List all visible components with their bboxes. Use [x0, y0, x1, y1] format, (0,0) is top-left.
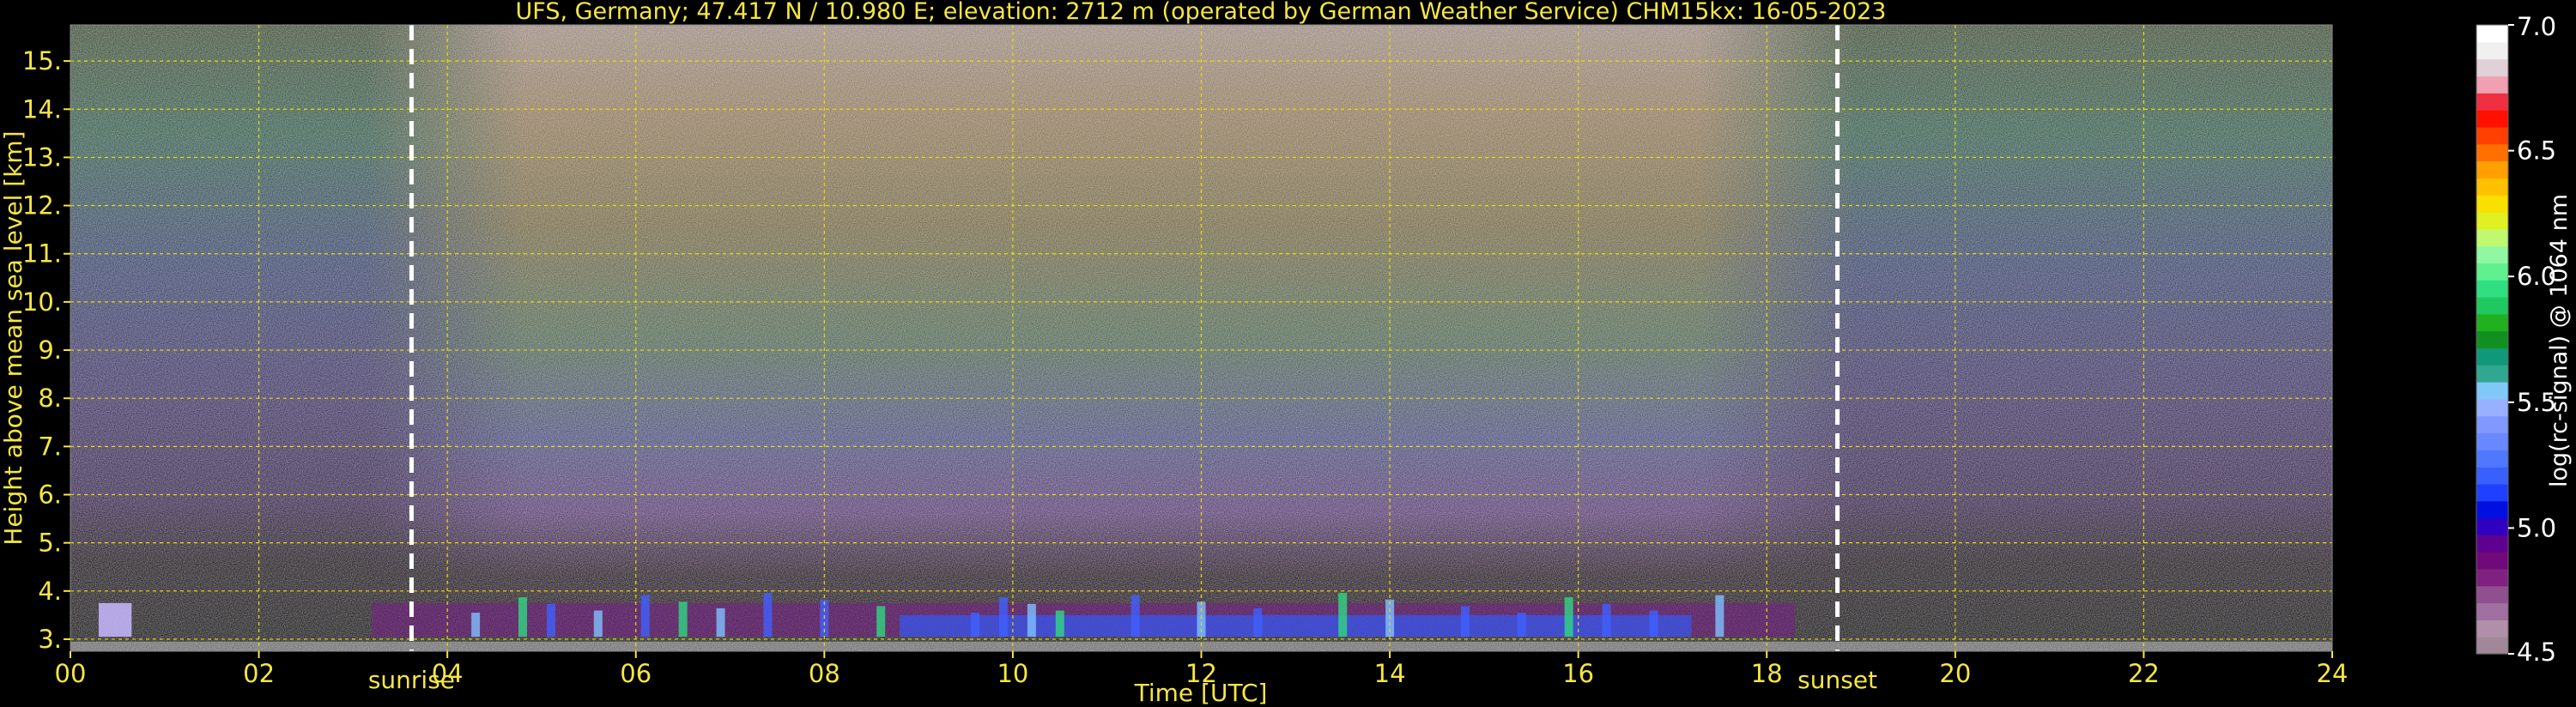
aerosol-plume — [998, 597, 1008, 638]
aerosol-plume — [1517, 613, 1526, 638]
aerosol-plume — [546, 603, 555, 638]
colorbar-swatch — [2476, 365, 2508, 383]
colorbar-tick-label: 4.5 — [2517, 638, 2556, 667]
aerosol-plume — [518, 597, 527, 638]
colorbar-swatch — [2476, 178, 2508, 196]
aerosol-plume — [678, 601, 688, 638]
colorbar-swatch — [2476, 41, 2508, 60]
colorbar-swatch — [2476, 619, 2508, 638]
y-tick-label: 15. — [22, 46, 62, 76]
y-tick-label: 11. — [22, 239, 62, 269]
aerosol-plume — [971, 613, 979, 638]
x-tick-label: 00 — [55, 659, 87, 688]
y-tick-label: 5. — [38, 529, 62, 558]
colorbar-swatch — [2476, 483, 2508, 502]
x-axis-label: Time [UTC] — [1134, 679, 1268, 707]
aerosol-plume — [1564, 597, 1573, 638]
x-tick-label: 22 — [2128, 659, 2160, 688]
aerosol-plume — [471, 613, 481, 638]
x-tick-label: 10 — [997, 659, 1028, 688]
y-tick-label: 13. — [22, 142, 62, 172]
x-tick-label: 24 — [2317, 659, 2349, 688]
y-axis: 3. 4. 5. 6. 7. 8. 9. 10. 11. 12. 13. 14. 15. — [22, 46, 70, 654]
colorbar-swatch — [2476, 280, 2508, 298]
x-tick-label: 14 — [1374, 659, 1406, 688]
colorbar-swatch — [2476, 382, 2508, 400]
y-tick-label: 10. — [22, 287, 62, 317]
colorbar-swatch — [2476, 160, 2508, 178]
aerosol-plume — [1027, 603, 1036, 638]
y-tick-label: 12. — [22, 191, 62, 221]
colorbar-swatch — [2476, 245, 2508, 263]
colorbar-swatch — [2476, 415, 2508, 434]
colorbar-swatch — [2476, 313, 2508, 332]
x-tick-label: 08 — [809, 659, 840, 688]
colorbar-swatch — [2476, 500, 2508, 519]
colorbar-tick-label: 6.5 — [2517, 136, 2556, 166]
aerosol-plume — [593, 610, 603, 638]
y-tick-label: 9. — [38, 335, 62, 365]
colorbar-swatch — [2476, 347, 2508, 366]
x-tick-label: 06 — [620, 659, 652, 688]
colorbar: 7.06.56.05.55.04.5 — [2476, 12, 2556, 667]
event-labels: sunrise sunset — [368, 666, 1877, 694]
aerosol-plume — [640, 595, 650, 638]
colorbar-swatch — [2476, 58, 2508, 77]
colorbar-swatch — [2476, 143, 2508, 162]
colorbar-swatch — [2476, 228, 2508, 247]
colorbar-swatch — [2476, 110, 2508, 128]
aerosol-plume — [1715, 595, 1724, 638]
y-tick-label: 4. — [38, 577, 62, 606]
y-tick-label: 14. — [22, 94, 62, 124]
colorbar-swatch — [2476, 330, 2508, 349]
x-tick-label: 02 — [243, 659, 275, 688]
y-tick-label: 8. — [38, 384, 62, 413]
colorbar-tick-label: 7.0 — [2517, 12, 2556, 41]
colorbar-swatch — [2476, 467, 2508, 485]
aerosol-plume — [876, 606, 886, 638]
aerosol-plume — [1649, 610, 1658, 638]
colorbar-swatch — [2476, 637, 2508, 655]
colorbar-swatch — [2476, 93, 2508, 111]
event-label-sunset: sunset — [1797, 666, 1877, 694]
y-tick-label: 7. — [38, 432, 62, 461]
colorbar-tick-label: 5.0 — [2517, 513, 2556, 542]
aerosol-plume — [1338, 593, 1348, 638]
aerosol-plume — [1253, 607, 1263, 638]
y-tick-label: 6. — [38, 480, 62, 510]
colorbar-swatch — [2476, 76, 2508, 94]
colorbar-swatch — [2476, 263, 2508, 281]
aerosol-plume — [763, 593, 773, 638]
colorbar-swatch — [2476, 568, 2508, 587]
colorbar-swatch — [2476, 602, 2508, 620]
colorbar-swatch — [2476, 432, 2508, 450]
colorbar-label: log(rc-signal) @ 1064 nm — [2546, 194, 2573, 487]
colorbar-swatch — [2476, 398, 2508, 417]
colorbar-swatch — [2476, 195, 2508, 213]
colorbar-swatch — [2476, 517, 2508, 535]
colorbar-swatch — [2476, 552, 2508, 570]
aerosol-plume — [1055, 610, 1064, 638]
colorbar-swatch — [2476, 450, 2508, 468]
aerosol-plume — [1602, 603, 1611, 638]
colorbar-swatch — [2476, 126, 2508, 145]
colorbar-swatch — [2476, 211, 2508, 230]
colorbar-swatch — [2476, 585, 2508, 604]
ceilometer-chart: 00 02 04 06 08 10 12 14 16 18 20 22 24 3.4.5.6.7.8.9… — [0, 0, 2573, 707]
aerosol-plume — [1130, 595, 1140, 638]
colorbar-swatch — [2476, 535, 2508, 553]
x-tick-label: 18 — [1751, 659, 1783, 688]
x-tick-label: 20 — [1939, 659, 1971, 688]
event-label-sunrise: sunrise — [368, 666, 455, 694]
x-tick-label: 16 — [1562, 659, 1594, 688]
y-axis-label: Height above mean sea level [km] — [0, 130, 27, 545]
aerosol-plume — [1460, 606, 1470, 638]
chart-title: UFS, Germany; 47.417 N / 10.980 E; eleva… — [516, 0, 1887, 25]
night-cloud — [98, 602, 132, 638]
y-tick-label: 3. — [38, 625, 62, 654]
aerosol-plume — [716, 607, 725, 638]
colorbar-swatch — [2476, 25, 2508, 43]
colorbar-swatch — [2476, 296, 2508, 315]
